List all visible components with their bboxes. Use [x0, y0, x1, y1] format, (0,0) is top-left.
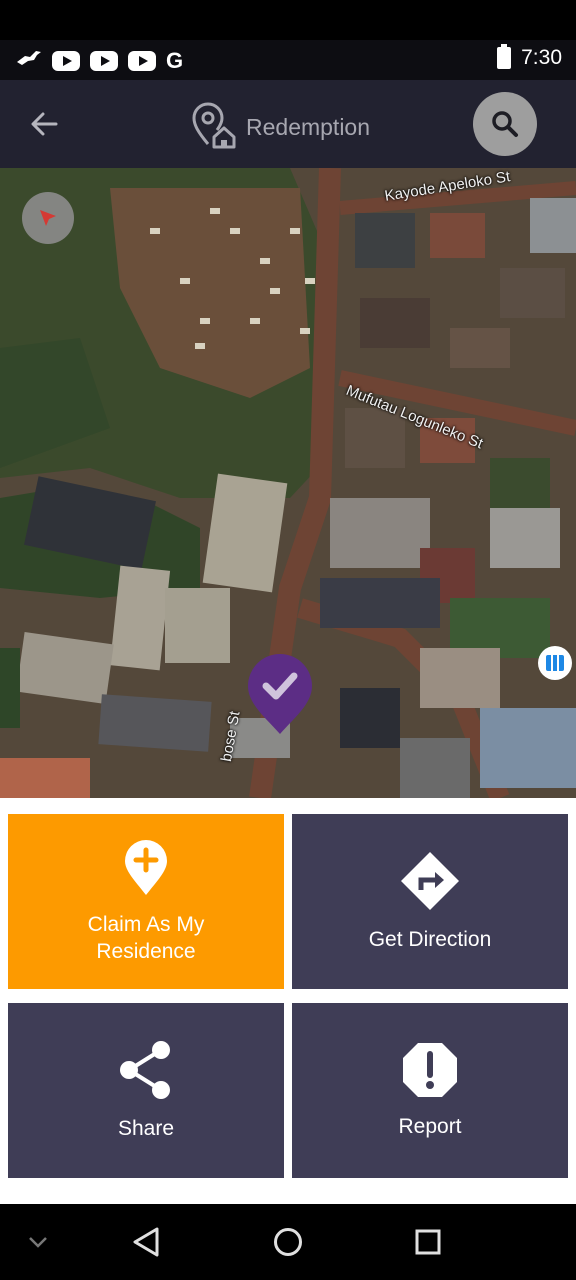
arrow-left-icon	[31, 112, 58, 136]
system-nav-bar	[0, 1204, 576, 1280]
search-button[interactable]	[473, 92, 537, 156]
back-triangle-icon	[133, 1227, 159, 1257]
youtube-icon	[128, 50, 156, 71]
nav-home-button[interactable]	[268, 1222, 308, 1262]
compass-icon	[40, 210, 56, 226]
app-bar: Redemption	[0, 80, 576, 168]
check-pin-icon[interactable]	[246, 652, 314, 736]
nav-recents-button[interactable]	[408, 1222, 448, 1262]
action-panel: Claim As My Residence Get Direction Shar…	[0, 798, 576, 1204]
battery-icon	[497, 44, 512, 69]
claim-residence-label: Claim As My Residence	[87, 912, 205, 963]
nav-collapse-button[interactable]	[18, 1222, 58, 1262]
clock: 7:30	[521, 46, 562, 69]
claim-residence-button[interactable]: Claim As My Residence	[8, 814, 284, 989]
back-button[interactable]	[24, 104, 64, 144]
status-bar: G 7:30	[0, 40, 576, 80]
get-direction-button[interactable]: Get Direction	[292, 814, 568, 989]
notification-icons: G	[16, 48, 183, 73]
app-title: Redemption	[188, 100, 370, 155]
share-icon	[120, 1041, 170, 1099]
youtube-icon	[90, 50, 118, 71]
map-view[interactable]: Kayode Apeloko St Mufutau Logunleko St b…	[0, 168, 576, 798]
direction-sign-icon	[401, 852, 459, 910]
report-button[interactable]: Report	[292, 1003, 568, 1178]
google-icon: G	[166, 47, 184, 73]
page-title: Redemption	[246, 114, 371, 140]
compass-button[interactable]	[22, 192, 74, 244]
share-button[interactable]: Share	[8, 1003, 284, 1178]
youtube-icon	[52, 50, 80, 71]
recents-square-icon	[415, 1229, 441, 1255]
map-layers-button[interactable]	[538, 646, 572, 680]
get-direction-label: Get Direction	[368, 928, 492, 951]
report-exclamation-icon	[403, 1043, 457, 1097]
home-circle-icon	[274, 1228, 302, 1256]
pin-plus-icon	[125, 839, 167, 895]
nav-back-button[interactable]	[126, 1222, 166, 1262]
search-icon	[492, 111, 518, 137]
report-label: Report	[398, 1115, 462, 1138]
top-black-band	[0, 0, 576, 40]
share-label: Share	[117, 1117, 175, 1140]
bird-icon	[16, 48, 42, 73]
location-home-icon	[188, 100, 240, 155]
chevron-down-icon	[29, 1237, 47, 1248]
map-layers-icon	[546, 655, 564, 671]
